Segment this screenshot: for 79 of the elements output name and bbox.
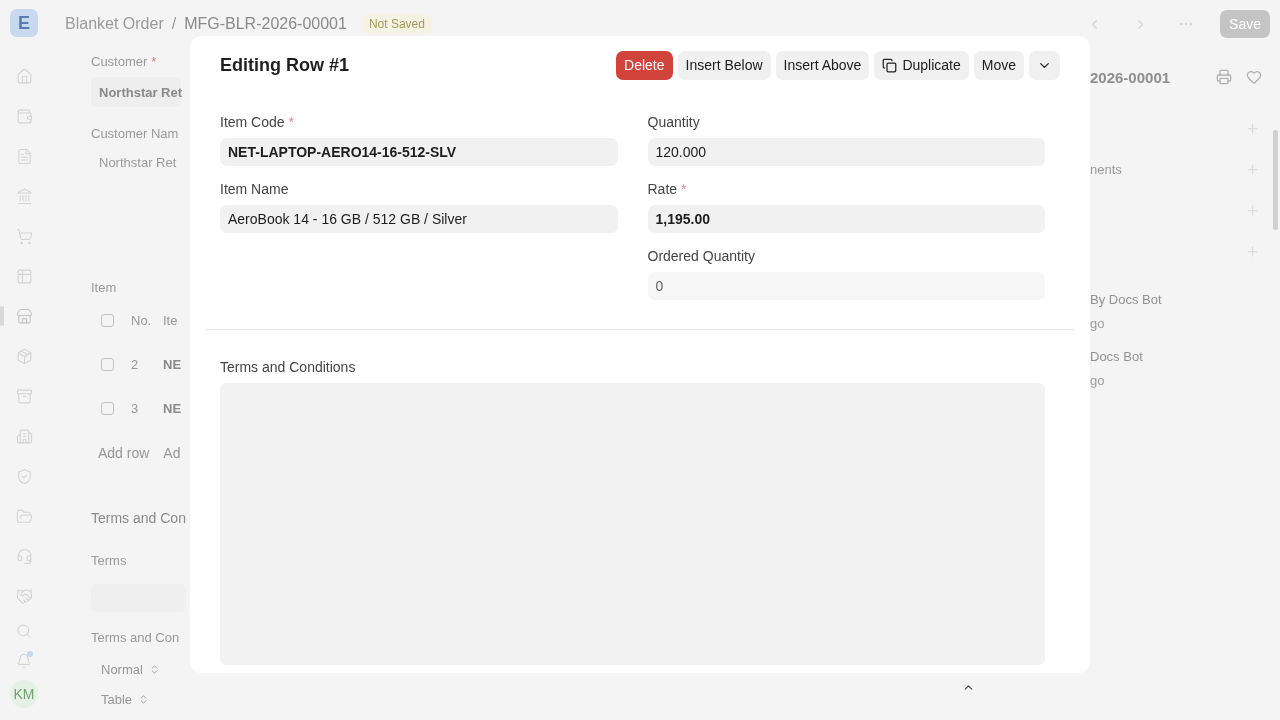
add-row-button[interactable]: Add row — [91, 439, 157, 467]
input-field[interactable]: NET-LAPTOP-AERO14-16-512-SLV — [220, 138, 618, 166]
status-badge: Not Saved — [362, 14, 431, 34]
add-icon[interactable] — [1245, 121, 1260, 136]
folder-icon[interactable] — [15, 507, 33, 525]
field-label: Rate * — [647, 181, 688, 197]
more-actions-button[interactable] — [1029, 50, 1060, 80]
table-cell-text: NE — [163, 356, 183, 372]
breadcrumb-separator: / — [171, 15, 177, 33]
app-logo[interactable]: E — [10, 9, 38, 37]
save-button[interactable]: Save — [1220, 10, 1270, 38]
scrollbar[interactable] — [1273, 130, 1278, 230]
building-icon[interactable] — [15, 427, 33, 445]
add-row-button[interactable]: Ad — [156, 439, 188, 467]
required-mark: * — [151, 54, 157, 69]
add-icon[interactable] — [1245, 162, 1260, 177]
field-label: Ordered Quantity — [647, 248, 756, 264]
action-button[interactable]: Move — [973, 50, 1024, 80]
cart-icon[interactable] — [15, 227, 33, 245]
user-avatar[interactable]: KM — [10, 680, 38, 708]
action-button[interactable]: Delete — [616, 50, 673, 80]
box-icon[interactable] — [15, 347, 33, 365]
input-field[interactable]: 120.000 — [647, 138, 1045, 166]
dialog-title: Editing Row #1 — [220, 54, 350, 76]
field-value: Northstar Ret — [99, 155, 177, 170]
action-button[interactable]: Insert Above — [775, 50, 870, 80]
field-label: Item — [91, 280, 117, 295]
breadcrumb-link[interactable]: MFG-BLR-2026-00001 — [184, 15, 347, 33]
select-field[interactable]: Table — [101, 692, 150, 707]
checkbox[interactable] — [101, 313, 114, 327]
activity-text: By Docs Bot — [1090, 292, 1163, 307]
checkbox[interactable] — [101, 357, 114, 371]
column-header: No. — [131, 312, 153, 328]
wallet-icon[interactable] — [15, 107, 33, 125]
action-button[interactable]: Duplicate — [874, 50, 969, 80]
section-heading: Terms and Con — [91, 510, 186, 526]
activity-time: go — [1090, 316, 1106, 331]
headset-icon[interactable] — [15, 547, 33, 565]
column-header: Ite — [163, 312, 179, 328]
field-label: Customer Nam — [91, 126, 179, 141]
field-label: Item Name — [220, 181, 290, 197]
activity-time: go — [1090, 373, 1106, 388]
field-label: Customer * — [91, 54, 157, 69]
action-button[interactable]: Insert Below — [677, 50, 771, 80]
document-icon[interactable] — [15, 147, 33, 165]
heart-icon[interactable] — [1246, 69, 1262, 85]
field-label: Terms and Conditions — [220, 359, 357, 375]
field-label: Terms and Con — [91, 630, 180, 645]
field-label: Item Code * — [220, 114, 296, 130]
document-title: 2026-00001 — [1090, 68, 1172, 86]
required-mark: * — [288, 114, 295, 130]
archive-icon[interactable] — [15, 387, 33, 405]
add-icon[interactable] — [1245, 203, 1260, 218]
activity-text: Docs Bot — [1090, 349, 1144, 364]
field-label: Terms — [91, 553, 127, 568]
required-mark: * — [681, 181, 687, 197]
bank-icon[interactable] — [15, 187, 33, 205]
bell-icon[interactable] — [16, 653, 32, 669]
printer-icon[interactable] — [1216, 69, 1232, 85]
input-field[interactable]: 1,195.00 — [647, 205, 1045, 233]
search-icon[interactable] — [16, 623, 32, 639]
store-icon[interactable] — [15, 307, 33, 325]
breadcrumb-link[interactable]: Blanket Order — [65, 15, 164, 33]
input-field[interactable]: AeroBook 14 - 16 GB / 512 GB / Silver — [220, 205, 618, 233]
home-icon[interactable] — [15, 67, 33, 85]
table-icon[interactable] — [15, 267, 33, 285]
select-field[interactable]: Normal — [101, 662, 160, 677]
handshake-icon[interactable] — [15, 587, 33, 605]
copy-icon — [882, 57, 898, 73]
add-icon[interactable] — [1245, 244, 1260, 259]
input-field[interactable]: Northstar Ret — [91, 77, 181, 107]
checkbox[interactable] — [101, 401, 114, 415]
sidebar-link[interactable]: nents — [1090, 162, 1122, 177]
table-cell-text: 3 — [131, 400, 140, 416]
table-cell-text: 2 — [131, 356, 140, 372]
field-label: Quantity — [647, 114, 701, 130]
input-field[interactable]: 0 — [647, 272, 1045, 300]
shield-icon[interactable] — [15, 467, 33, 485]
table-cell-text: NE — [163, 400, 183, 416]
